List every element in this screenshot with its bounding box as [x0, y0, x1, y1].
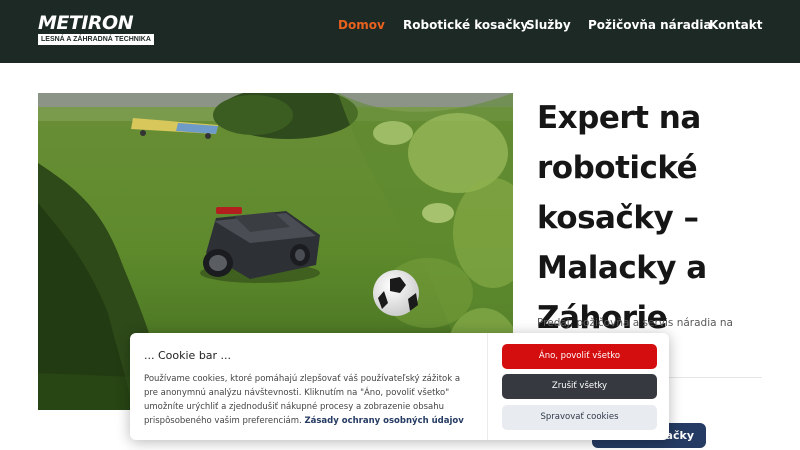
site-logo[interactable]: METIRON LESNÁ A ZÁHRADNÁ TECHNIKA: [36, 12, 154, 46]
cookie-bar-divider: [487, 333, 488, 440]
nav-item-kontakt[interactable]: Kontakt: [709, 18, 762, 32]
reject-all-button[interactable]: Zrušiť všetky: [502, 374, 657, 399]
manage-cookies-button[interactable]: Spravovať cookies: [502, 405, 657, 430]
nav-item-pozicovna-naradia[interactable]: Požičovňa náradia: [588, 18, 712, 32]
cookie-bar-title: ... Cookie bar ...: [144, 349, 232, 362]
logo-name: METIRON: [38, 12, 134, 34]
nav-item-sluzby[interactable]: Služby: [526, 18, 571, 32]
cookie-bar-text: Používame cookies, ktoré pomáhajú zlepšo…: [144, 372, 474, 428]
nav-item-roboticke-kosacky[interactable]: Robotické kosačky: [403, 18, 528, 32]
logo-tagline: LESNÁ A ZÁHRADNÁ TECHNIKA: [38, 34, 154, 45]
cookie-bar: ... Cookie bar ... Používame cookies, kt…: [130, 333, 669, 440]
hero-title: Expert na robotické kosačky – Malacky a …: [537, 100, 707, 336]
site-header: METIRON LESNÁ A ZÁHRADNÁ TECHNIKA Domov …: [0, 0, 800, 63]
privacy-policy-link[interactable]: Zásady ochrany osobných údajov: [304, 416, 463, 426]
accept-all-button[interactable]: Áno, povoliť všetko: [502, 344, 657, 369]
nav-item-domov[interactable]: Domov: [338, 18, 385, 32]
